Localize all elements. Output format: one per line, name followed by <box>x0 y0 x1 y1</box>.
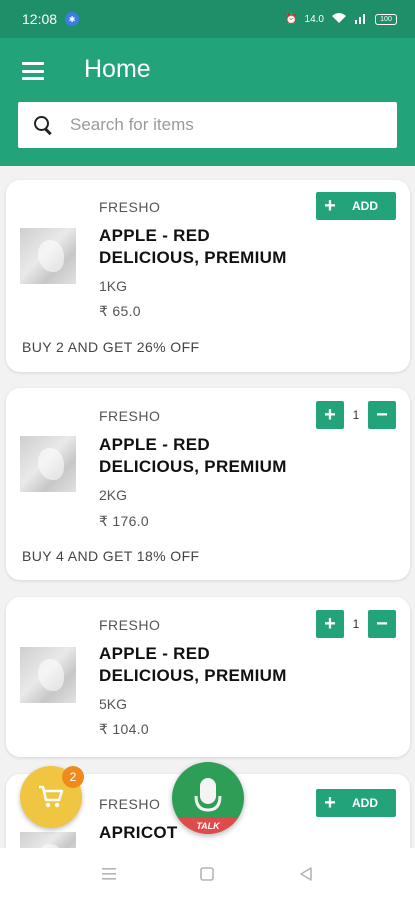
product-image <box>20 436 76 492</box>
product-card[interactable]: FRESHO APPLE - RED DELICIOUS, PREMIUM 5K… <box>6 597 410 757</box>
product-image <box>20 228 76 284</box>
product-quantity: 2KG <box>99 487 128 503</box>
product-card[interactable]: FRESHO APPLE - RED DELICIOUS, PREMIUM 2K… <box>6 388 410 580</box>
product-quantity: 5KG <box>99 696 128 712</box>
menu-icon[interactable] <box>22 62 44 80</box>
search-input[interactable] <box>70 115 370 135</box>
search-bar[interactable] <box>18 102 397 148</box>
bluetooth-icon: ✱ <box>65 12 80 26</box>
page-title: Home <box>84 55 151 83</box>
product-brand: FRESHO <box>99 199 161 215</box>
home-button[interactable] <box>192 859 222 889</box>
add-label: ADD <box>352 199 378 213</box>
increment-button[interactable]: + <box>316 610 344 638</box>
add-button[interactable]: + ADD <box>316 192 396 220</box>
add-button[interactable]: + ADD <box>316 789 396 817</box>
alarm-icon: ⏰ <box>285 13 298 25</box>
product-price: ₹ 65.0 <box>99 303 141 319</box>
increment-button[interactable]: + <box>316 401 344 429</box>
quantity-value: 1 <box>352 408 360 422</box>
battery-level: 100 <box>380 15 392 23</box>
product-price: ₹ 176.0 <box>99 513 149 529</box>
product-name: APPLE - RED DELICIOUS, PREMIUM <box>99 644 287 685</box>
recent-apps-button[interactable] <box>94 859 124 889</box>
plus-icon: + <box>324 195 336 217</box>
product-quantity: 1KG <box>99 278 128 294</box>
search-icon <box>32 114 54 136</box>
product-offer: BUY 2 AND GET 26% OFF <box>22 339 200 355</box>
product-price: ₹ 104.0 <box>99 721 149 737</box>
quantity-stepper[interactable]: + 1 − <box>316 610 396 638</box>
app-bar: Home <box>0 38 415 166</box>
status-icons: ⏰ 14.0 100 <box>285 12 397 27</box>
signal-icon <box>354 12 368 27</box>
quantity-value: 1 <box>352 617 360 631</box>
product-brand: FRESHO <box>99 617 161 633</box>
back-button[interactable] <box>291 859 321 889</box>
plus-icon: + <box>324 792 336 814</box>
talk-button[interactable]: TALK <box>172 762 244 834</box>
status-time: 12:08 <box>22 11 58 27</box>
product-brand: FRESHO <box>99 796 161 812</box>
network-speed: 14.0 <box>304 13 324 25</box>
system-nav-bar <box>0 848 415 900</box>
cart-button[interactable]: 2 <box>20 766 84 828</box>
decrement-button[interactable]: − <box>368 610 396 638</box>
battery-icon: 100 <box>375 13 397 25</box>
decrement-button[interactable]: − <box>368 401 396 429</box>
add-label: ADD <box>352 796 378 810</box>
product-name: APPLE - RED DELICIOUS, PREMIUM <box>99 226 287 267</box>
product-image <box>20 647 76 703</box>
talk-label: TALK <box>172 818 244 834</box>
cart-badge: 2 <box>62 766 84 788</box>
product-card[interactable]: FRESHO APPLE - RED DELICIOUS, PREMIUM 1K… <box>6 180 410 372</box>
product-brand: FRESHO <box>99 408 161 424</box>
status-bar: 12:08 ✱ ⏰ 14.0 100 <box>0 0 415 38</box>
menu-lines-icon <box>102 868 117 880</box>
square-icon <box>200 867 215 881</box>
quantity-stepper[interactable]: + 1 − <box>316 401 396 429</box>
cart-icon <box>39 785 64 808</box>
product-name: APPLE - RED DELICIOUS, PREMIUM <box>99 435 287 476</box>
product-offer: BUY 4 AND GET 18% OFF <box>22 548 200 564</box>
back-triangle-icon <box>300 867 312 881</box>
wifi-icon <box>331 12 347 27</box>
microphone-icon <box>194 778 222 812</box>
